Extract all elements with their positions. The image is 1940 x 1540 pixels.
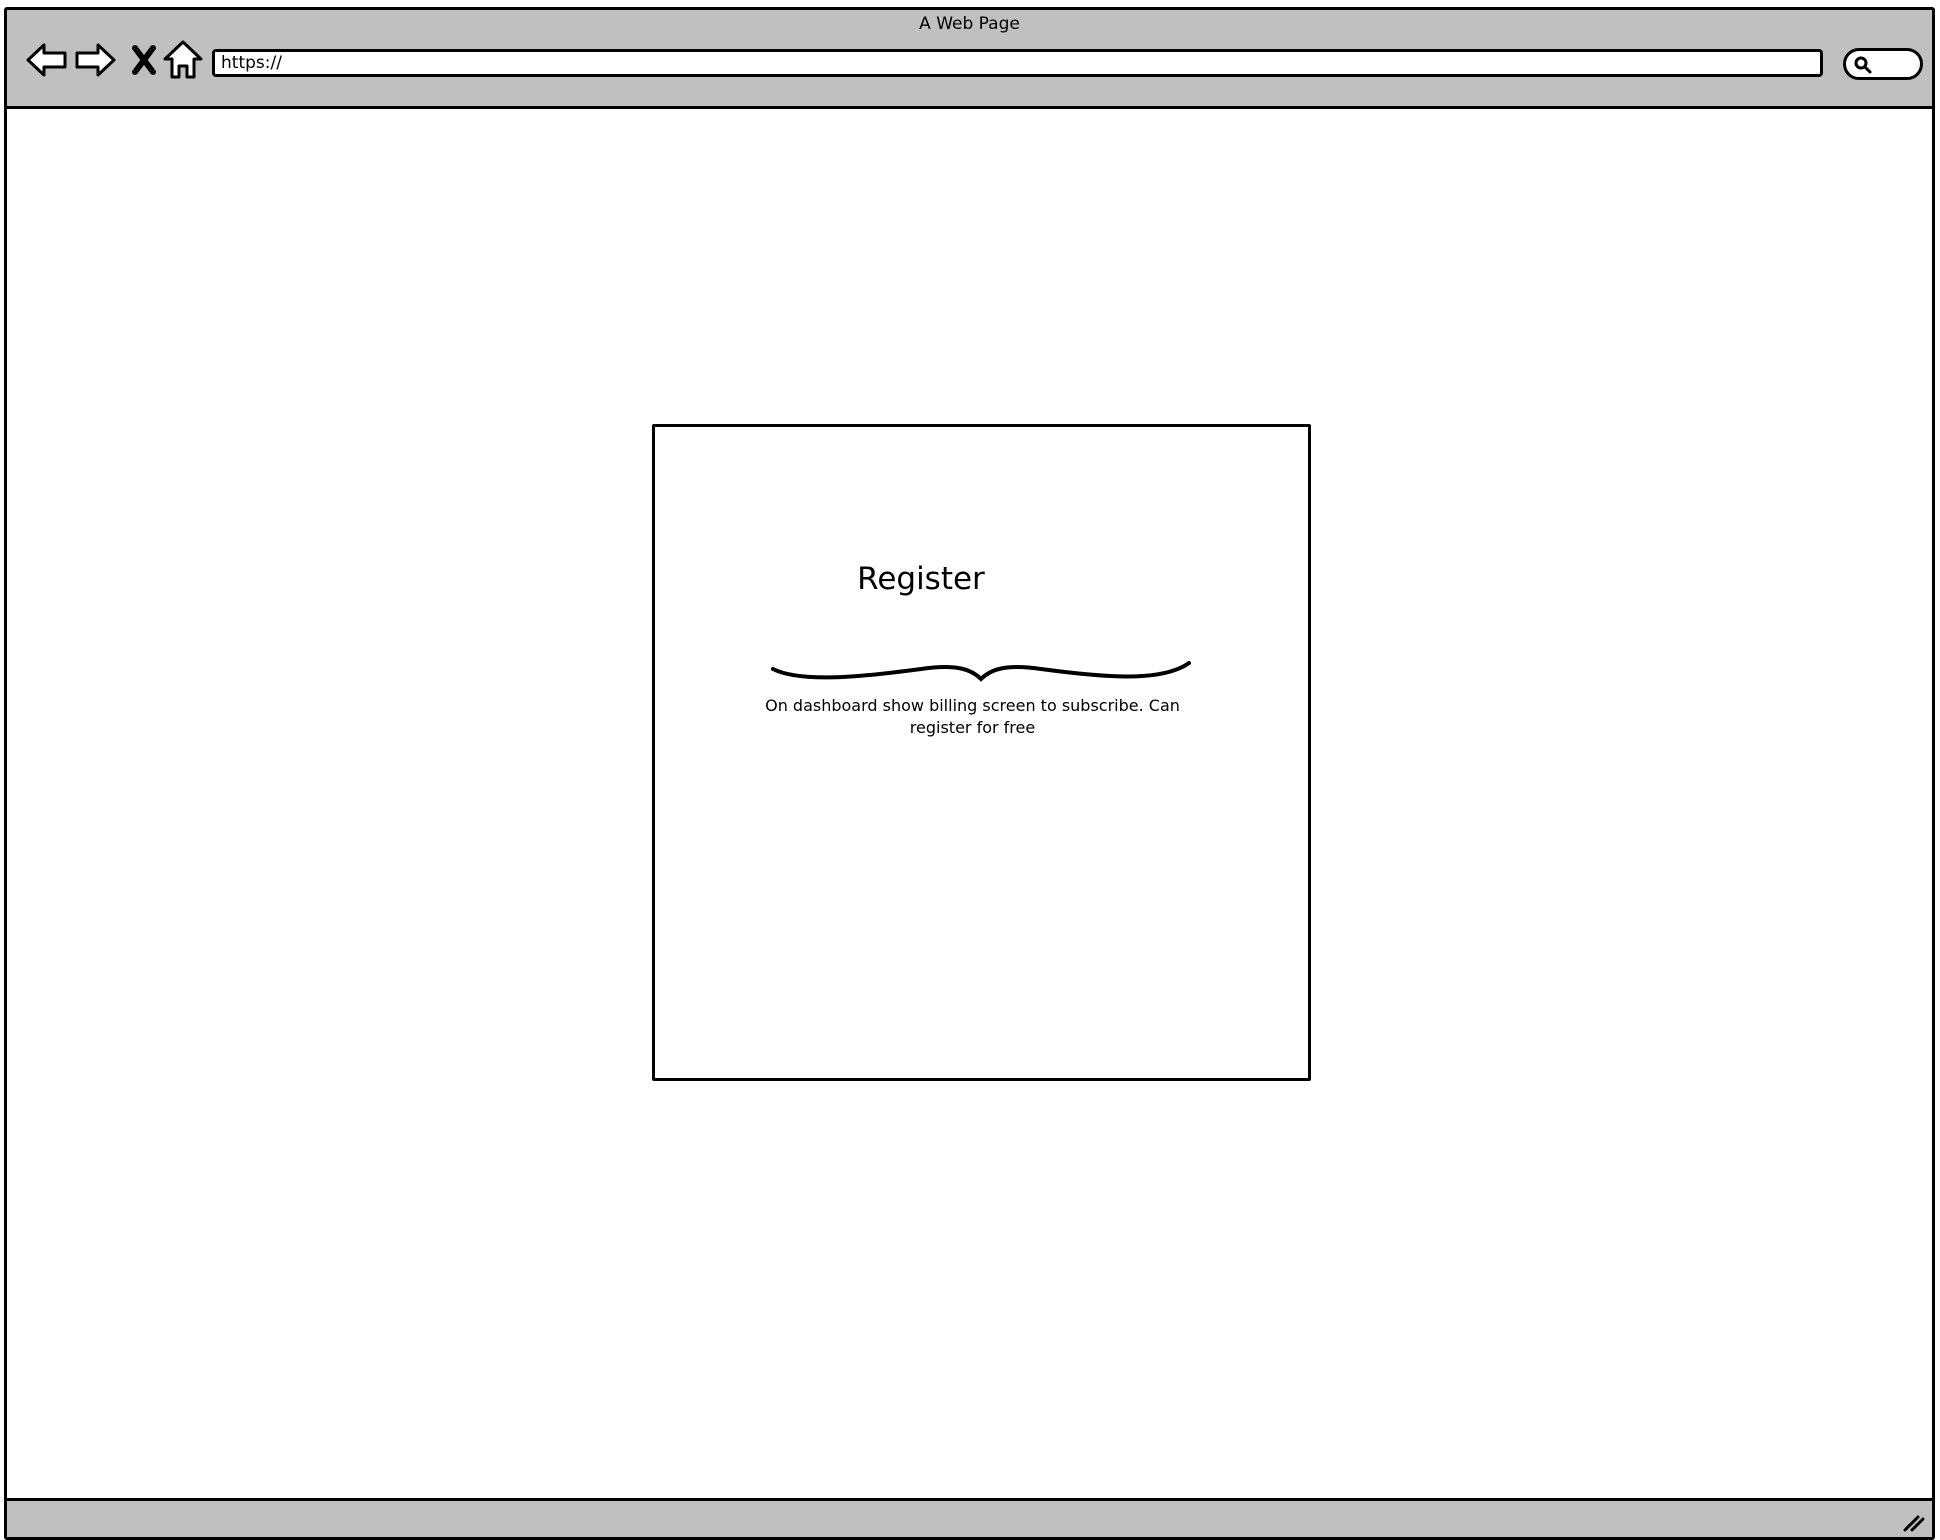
forward-arrow-icon[interactable] (73, 38, 117, 82)
browser-window: A Web Page https:// Register On dashboar… (4, 7, 1935, 1540)
resize-grip-icon[interactable] (1900, 1511, 1926, 1533)
status-bar (7, 1498, 1932, 1537)
search-button[interactable] (1843, 48, 1923, 80)
window-title: A Web Page (919, 14, 1020, 34)
search-icon (1854, 56, 1872, 74)
curly-brace (771, 661, 1191, 682)
back-arrow-icon[interactable] (25, 38, 69, 82)
register-title: Register (857, 561, 985, 597)
page-content: Register On dashboard show billing scree… (7, 109, 1932, 1501)
annotation-text: On dashboard show billing screen to subs… (765, 696, 1180, 737)
browser-titlebar: A Web Page https:// (7, 10, 1932, 109)
url-bar[interactable]: https:// (212, 49, 1823, 77)
register-card: Register On dashboard show billing scree… (652, 424, 1311, 1081)
home-icon[interactable] (161, 38, 205, 82)
